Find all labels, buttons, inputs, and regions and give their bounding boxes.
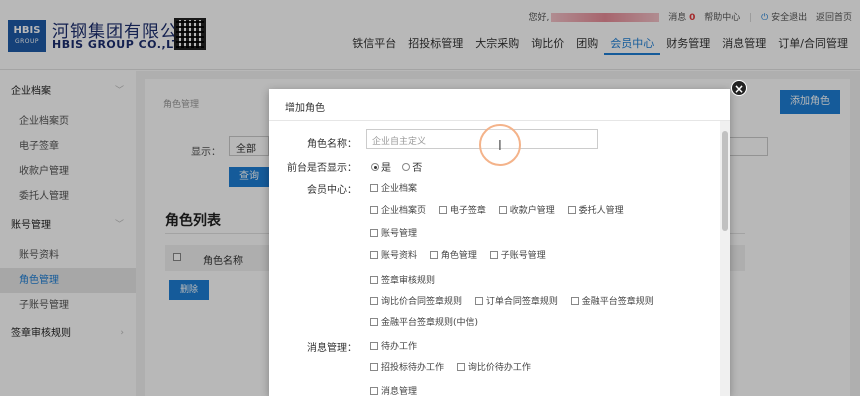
perm-row: 招投标待办工作 询比价待办工作 (370, 360, 541, 373)
perm-label: 消息管理 (381, 387, 418, 396)
checkbox-icon (370, 386, 378, 395)
perm-checkbox[interactable]: 签章审核规则 (370, 275, 436, 286)
checkbox-icon (456, 362, 465, 371)
perm-checkbox[interactable]: 消息管理 (370, 386, 418, 396)
perm-row: 签章审核规则 (370, 273, 445, 286)
checkbox-icon (370, 275, 378, 284)
close-icon[interactable]: × (731, 80, 747, 96)
perm-row: 账号管理 (370, 226, 427, 239)
checkbox-icon (570, 296, 579, 305)
perm-checkbox[interactable]: 金融平台签章规则 (570, 296, 654, 307)
perm-checkbox[interactable]: 角色管理 (429, 250, 477, 261)
radio-no[interactable]: 否 (402, 163, 422, 174)
perm-checkbox[interactable]: 招投标待办工作 (370, 362, 445, 373)
perm-label: 收款户管理 (509, 206, 555, 216)
perm-label: 电子签章 (449, 206, 486, 216)
perm-checkbox[interactable]: 待办工作 (370, 341, 418, 352)
checkbox-icon (370, 228, 378, 237)
dialog-scrollbar-thumb[interactable] (722, 131, 728, 231)
perm-label: 企业档案 (381, 184, 418, 194)
perm-checkbox[interactable]: 委托人管理 (567, 205, 624, 216)
checkbox-icon (474, 296, 483, 305)
perm-checkbox[interactable]: 金融平台签章规则(中信) (370, 317, 479, 328)
checkbox-icon (370, 341, 378, 350)
perm-row: 消息管理 (370, 384, 427, 396)
perm-row: 金融平台签章规则(中信) (370, 315, 488, 328)
perm-label: 金融平台签章规则(中信) (381, 318, 479, 328)
checkbox-icon (438, 205, 447, 214)
perm-label: 企业档案页 (381, 206, 427, 216)
radio-icon (402, 163, 411, 171)
radio-yes-label: 是 (381, 163, 391, 174)
perm-checkbox[interactable]: 企业档案页 (370, 205, 427, 216)
checkbox-icon (567, 205, 576, 214)
perm-label: 订单合同签章规则 (485, 297, 558, 307)
perm-row: 账号资料 角色管理 子账号管理 (370, 248, 556, 261)
perm-checkbox[interactable]: 询比价待办工作 (456, 362, 531, 373)
perm-label: 角色管理 (440, 251, 477, 261)
perm-label: 待办工作 (381, 342, 418, 352)
message-mgmt-label: 消息管理： (307, 343, 357, 354)
frontend-display-label: 前台是否显示： (287, 163, 357, 174)
radio-icon (371, 163, 379, 171)
perm-row: 企业档案 (370, 181, 427, 194)
perm-label: 委托人管理 (578, 206, 624, 216)
checkbox-icon (489, 250, 498, 259)
perm-checkbox[interactable]: 收款户管理 (498, 205, 555, 216)
radio-yes[interactable]: 是 (371, 163, 391, 174)
perm-label: 账号管理 (381, 229, 418, 239)
perm-label: 询比价合同签章规则 (381, 297, 463, 307)
frontend-display-radios: 是 否 (371, 159, 422, 174)
radio-no-label: 否 (412, 163, 423, 174)
perm-label: 金融平台签章规则 (581, 297, 654, 307)
checkbox-icon (498, 205, 507, 214)
checkbox-icon (429, 250, 438, 259)
perm-row: 企业档案页 电子签章 收款户管理 委托人管理 (370, 203, 634, 216)
perm-row: 询比价合同签章规则 订单合同签章规则 金融平台签章规则 (370, 294, 664, 307)
checkbox-icon (370, 250, 378, 259)
dialog-title: 增加角色 (269, 89, 730, 121)
perm-checkbox[interactable]: 询比价合同签章规则 (370, 296, 463, 307)
perm-checkbox[interactable]: 订单合同签章规则 (474, 296, 558, 307)
checkbox-icon (370, 362, 378, 371)
checkbox-icon (370, 183, 378, 192)
checkbox-icon (370, 296, 378, 305)
perm-label: 子账号管理 (500, 251, 546, 261)
perm-label: 招投标待办工作 (381, 363, 445, 373)
perm-checkbox[interactable]: 子账号管理 (489, 250, 546, 261)
perm-label: 询比价待办工作 (467, 363, 531, 373)
checkbox-icon (370, 317, 378, 326)
perm-checkbox[interactable]: 企业档案 (370, 183, 418, 194)
member-center-label: 会员中心： (307, 185, 357, 196)
perm-label: 签章审核规则 (381, 276, 436, 286)
perm-label: 账号资料 (381, 251, 418, 261)
perm-row: 待办工作 (370, 339, 427, 352)
role-name-label: 角色名称： (307, 139, 357, 150)
perm-checkbox[interactable]: 电子签章 (438, 205, 486, 216)
text-cursor-icon: I (498, 139, 502, 154)
checkbox-icon (370, 205, 378, 214)
perm-checkbox[interactable]: 账号资料 (370, 250, 418, 261)
perm-checkbox[interactable]: 账号管理 (370, 228, 418, 239)
